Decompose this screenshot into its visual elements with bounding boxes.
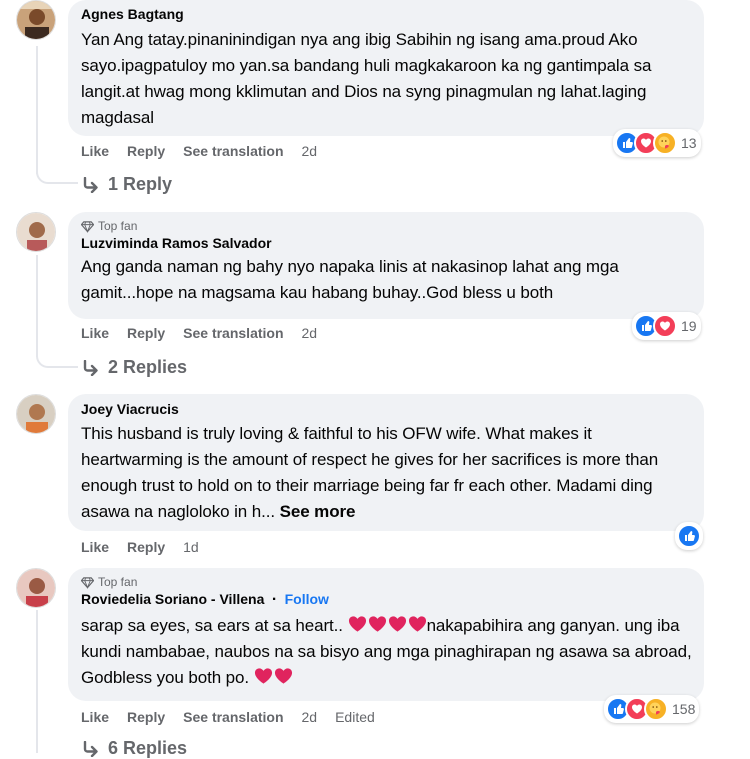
comment-bubble: Joey Viacrucis This husband is truly lov… xyxy=(68,394,704,531)
thread-line xyxy=(36,46,38,174)
comment-bubble: Agnes Bagtang Yan Ang tatay.pinaninindig… xyxy=(68,0,704,136)
heart-icon xyxy=(408,616,426,632)
comment-actions: Like Reply 1d xyxy=(81,539,217,555)
replies-count: 6 Replies xyxy=(108,738,188,758)
follow-button[interactable]: Follow xyxy=(285,591,329,607)
comment-text: Yan Ang tatay.pinaninindigan nya ang ibi… xyxy=(81,30,652,127)
top-fan-label: Top fan xyxy=(98,575,138,589)
reaction-summary[interactable]: 19 xyxy=(632,312,701,340)
top-fan-badge: Top fan xyxy=(81,575,692,589)
comment-text: Ang ganda naman ng bahy nyo napaka linis… xyxy=(81,257,619,302)
heart-icon xyxy=(254,668,272,684)
like-button[interactable]: Like xyxy=(81,143,109,159)
top-fan-label: Top fan xyxy=(98,219,138,233)
heart-icon xyxy=(348,616,366,632)
reaction-count: 158 xyxy=(672,701,696,717)
avatar[interactable] xyxy=(16,568,56,608)
comment-actions: Like Reply See translation 2d xyxy=(81,143,335,159)
reply-arrow-icon xyxy=(83,176,98,193)
see-more-button[interactable]: See more xyxy=(280,502,356,521)
comment-actions: Like Reply See translation 2d xyxy=(81,325,335,341)
reply-button[interactable]: Reply xyxy=(127,709,165,725)
thread-connector xyxy=(36,164,78,184)
comment-body: This husband is truly loving & faithful … xyxy=(81,424,659,521)
care-reaction-icon xyxy=(644,697,668,721)
reply-button[interactable]: Reply xyxy=(127,143,165,159)
comment-body-a: sarap sa eyes, sa ears at sa heart.. xyxy=(81,616,343,635)
comment-timestamp[interactable]: 2d xyxy=(302,325,318,341)
avatar[interactable] xyxy=(16,212,56,252)
like-button[interactable]: Like xyxy=(81,325,109,341)
thread-line xyxy=(36,610,38,753)
comment-author[interactable]: Luzviminda Ramos Salvador xyxy=(81,235,692,251)
see-translation-button[interactable]: See translation xyxy=(183,143,283,159)
comment-timestamp[interactable]: 1d xyxy=(183,539,199,555)
heart-icon xyxy=(368,616,386,632)
heart-emojis xyxy=(348,615,427,633)
comment-author[interactable]: Agnes Bagtang xyxy=(81,6,692,22)
love-reaction-icon xyxy=(653,314,677,338)
comment-author[interactable]: Roviedelia Soriano - Villena xyxy=(81,591,264,607)
like-button[interactable]: Like xyxy=(81,709,109,725)
reaction-count: 13 xyxy=(681,135,697,151)
reply-arrow-icon xyxy=(83,359,98,376)
heart-icon xyxy=(388,616,406,632)
comment-bubble: Top fan Luzviminda Ramos Salvador Ang ga… xyxy=(68,212,704,319)
comment-bubble: Top fan Roviedelia Soriano - Villena · F… xyxy=(68,568,704,701)
reaction-count: 19 xyxy=(681,318,697,334)
see-translation-button[interactable]: See translation xyxy=(183,709,283,725)
diamond-icon xyxy=(81,220,94,233)
view-replies-button[interactable]: 2 Replies xyxy=(82,357,187,378)
view-replies-button[interactable]: 6 Replies xyxy=(82,738,187,759)
see-translation-button[interactable]: See translation xyxy=(183,325,283,341)
view-replies-button[interactable]: 1 Reply xyxy=(82,174,172,195)
like-button[interactable]: Like xyxy=(81,539,109,555)
edited-label: Edited xyxy=(335,709,375,725)
reply-button[interactable]: Reply xyxy=(127,539,165,555)
reaction-summary[interactable]: 158 xyxy=(604,695,700,723)
reply-button[interactable]: Reply xyxy=(127,325,165,341)
avatar[interactable] xyxy=(16,394,56,434)
thread-connector xyxy=(36,348,78,368)
reply-arrow-icon xyxy=(83,740,98,757)
separator-dot: · xyxy=(271,591,278,608)
replies-count: 2 Replies xyxy=(108,357,188,377)
replies-count: 1 Reply xyxy=(108,174,173,194)
care-reaction-icon xyxy=(653,131,677,155)
like-reaction-icon xyxy=(677,524,701,548)
comment-text: This husband is truly loving & faithful … xyxy=(81,421,692,525)
diamond-icon xyxy=(81,576,94,589)
reaction-summary[interactable] xyxy=(675,522,703,550)
comment-actions: Like Reply See translation 2d Edited xyxy=(81,709,393,725)
comment-text: sarap sa eyes, sa ears at sa heart.. nak… xyxy=(81,613,692,691)
thread-line xyxy=(36,255,38,357)
comment-timestamp[interactable]: 2d xyxy=(302,143,318,159)
reaction-summary[interactable]: 13 xyxy=(613,129,701,157)
heart-icon xyxy=(274,668,292,684)
comment-timestamp[interactable]: 2d xyxy=(302,709,318,725)
heart-emojis xyxy=(254,667,293,685)
comment-author[interactable]: Joey Viacrucis xyxy=(81,401,692,417)
avatar[interactable] xyxy=(16,0,56,40)
top-fan-badge: Top fan xyxy=(81,219,692,233)
